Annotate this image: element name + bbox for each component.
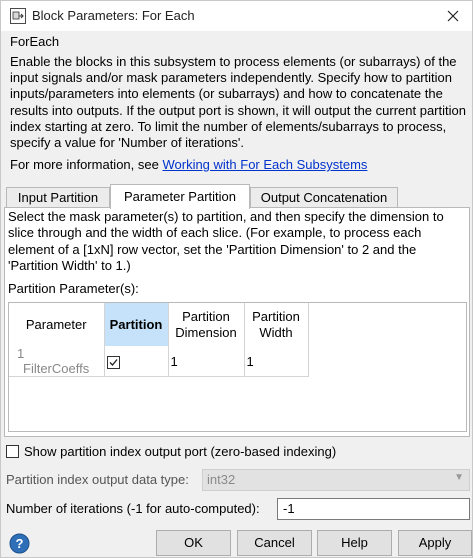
data-type-select: int32 ▼ xyxy=(202,469,470,491)
documentation-link[interactable]: Working with For Each Subsystems xyxy=(162,157,367,172)
show-port-option[interactable]: Show partition index output port (zero-b… xyxy=(6,444,336,459)
partition-width-cell[interactable]: 1 xyxy=(244,346,309,377)
tab-input-partition[interactable]: Input Partition xyxy=(6,187,110,208)
table-row[interactable]: 1 FilterCoeffs 1 1 xyxy=(9,346,309,377)
block-description: Enable the blocks in this subsystem to p… xyxy=(10,54,466,151)
parameter-cell[interactable]: 1 FilterCoeffs xyxy=(9,346,105,377)
panel-description: Select the mask parameter(s) to partitio… xyxy=(8,209,444,273)
column-header-width-line2: Width xyxy=(259,324,293,340)
partition-dimension-cell[interactable]: 1 xyxy=(168,346,245,377)
close-icon xyxy=(447,10,459,22)
apply-button[interactable]: Apply xyxy=(398,530,472,556)
partition-cell[interactable] xyxy=(104,346,169,377)
title-bar[interactable]: Block Parameters: For Each xyxy=(1,1,472,31)
window-title: Block Parameters: For Each xyxy=(32,8,195,23)
column-header-partition-width[interactable]: Partition Width xyxy=(244,303,309,346)
show-port-label: Show partition index output port (zero-b… xyxy=(24,444,337,459)
tab-output-concatenation[interactable]: Output Concatenation xyxy=(250,187,398,208)
dialog-window: Block Parameters: For Each ForEach Enabl… xyxy=(0,0,473,558)
tab-bar: Input Partition Parameter Partition Outp… xyxy=(4,184,470,209)
partition-checkbox[interactable] xyxy=(106,355,120,369)
block-name: ForEach xyxy=(10,34,60,49)
column-header-parameter[interactable]: Parameter xyxy=(9,303,105,346)
column-header-width-line1: Partition xyxy=(252,308,300,324)
row-number: 1 xyxy=(17,346,25,361)
iterations-input[interactable]: -1 xyxy=(277,498,470,520)
more-info: For more information, see Working with F… xyxy=(10,157,367,172)
close-button[interactable] xyxy=(438,3,468,29)
tab-parameter-partition[interactable]: Parameter Partition xyxy=(110,184,250,209)
data-type-label: Partition index output data type: xyxy=(6,472,189,487)
svg-text:?: ? xyxy=(16,536,24,551)
data-type-value: int32 xyxy=(207,472,236,487)
column-header-partition-dimension[interactable]: Partition Dimension xyxy=(168,303,245,346)
help-icon[interactable]: ? xyxy=(9,533,30,554)
iterations-label: Number of iterations (-1 for auto-comput… xyxy=(6,501,260,516)
column-header-dimension-line1: Partition xyxy=(182,308,230,324)
block-parameters-icon xyxy=(10,8,26,24)
parameter-partition-panel: Select the mask parameter(s) to partitio… xyxy=(4,207,470,437)
cancel-button[interactable]: Cancel xyxy=(237,530,312,556)
partition-parameters-label: Partition Parameter(s): xyxy=(8,281,139,296)
column-header-dimension-line2: Dimension xyxy=(175,324,237,340)
ok-button[interactable]: OK xyxy=(156,530,231,556)
more-info-prefix: For more information, see xyxy=(10,157,159,172)
chevron-down-icon: ▼ xyxy=(454,472,464,483)
checkmark-icon xyxy=(109,358,118,366)
column-header-partition[interactable]: Partition xyxy=(104,303,169,346)
show-port-checkbox[interactable] xyxy=(6,445,19,458)
partition-parameters-table: Parameter Partition Partition Dimension … xyxy=(8,302,467,432)
parameter-name: FilterCoeffs xyxy=(23,361,90,376)
help-button[interactable]: Help xyxy=(317,530,392,556)
